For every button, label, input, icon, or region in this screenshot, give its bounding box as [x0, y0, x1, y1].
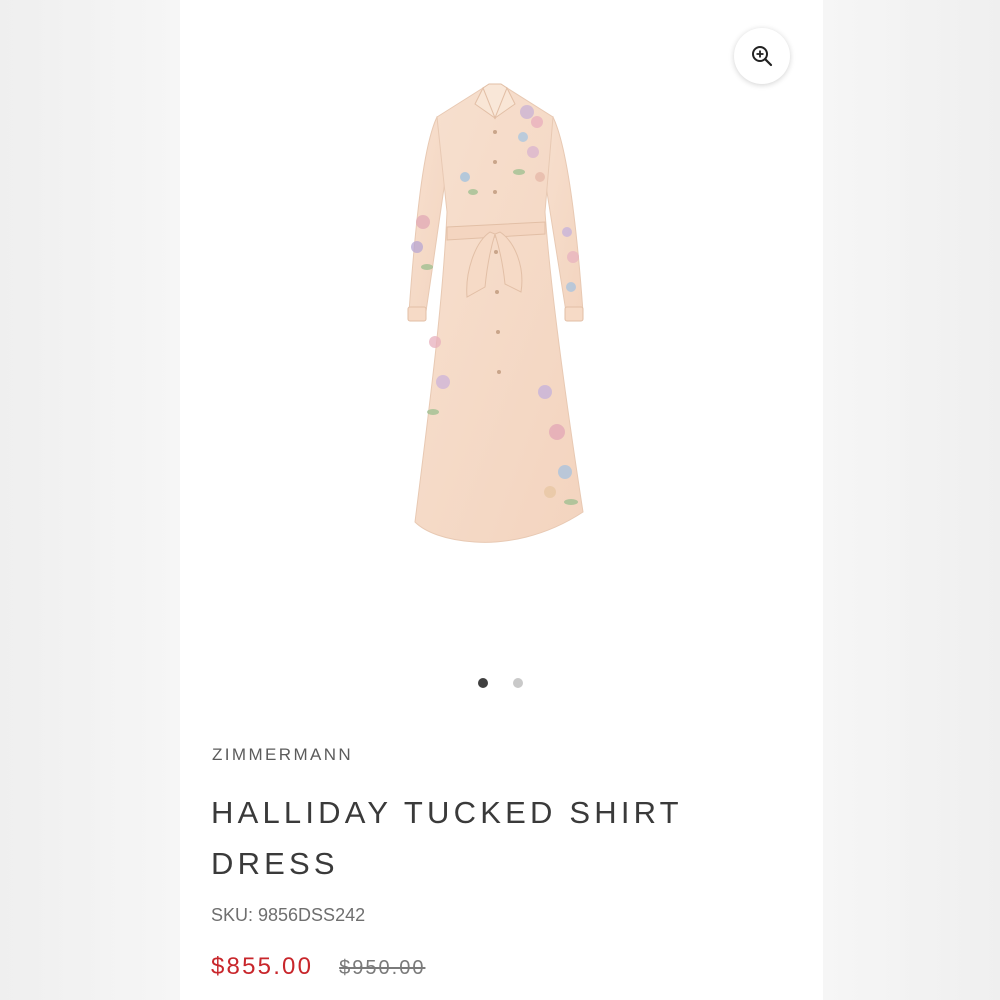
zoom-in-icon	[752, 46, 773, 67]
zoom-button[interactable]	[734, 28, 790, 84]
price-block: $855.00 $950.00	[211, 953, 425, 981]
gallery-pagination	[478, 678, 523, 688]
original-price: $950.00	[339, 957, 426, 979]
gallery-dot-2[interactable]	[513, 678, 523, 688]
gallery-dot-1[interactable]	[478, 678, 488, 688]
product-sku: SKU: 9856DSS242	[211, 905, 366, 925]
product-title: HALLIDAY TUCKED SHIRT DRESS	[211, 795, 683, 881]
product-card: ZIMMERMANN HALLIDAY TUCKED SHIRT DRESS S…	[180, 0, 823, 1000]
product-image[interactable]	[395, 82, 595, 552]
sale-price: $855.00	[211, 953, 314, 980]
brand-name[interactable]: ZIMMERMANN	[212, 745, 353, 765]
